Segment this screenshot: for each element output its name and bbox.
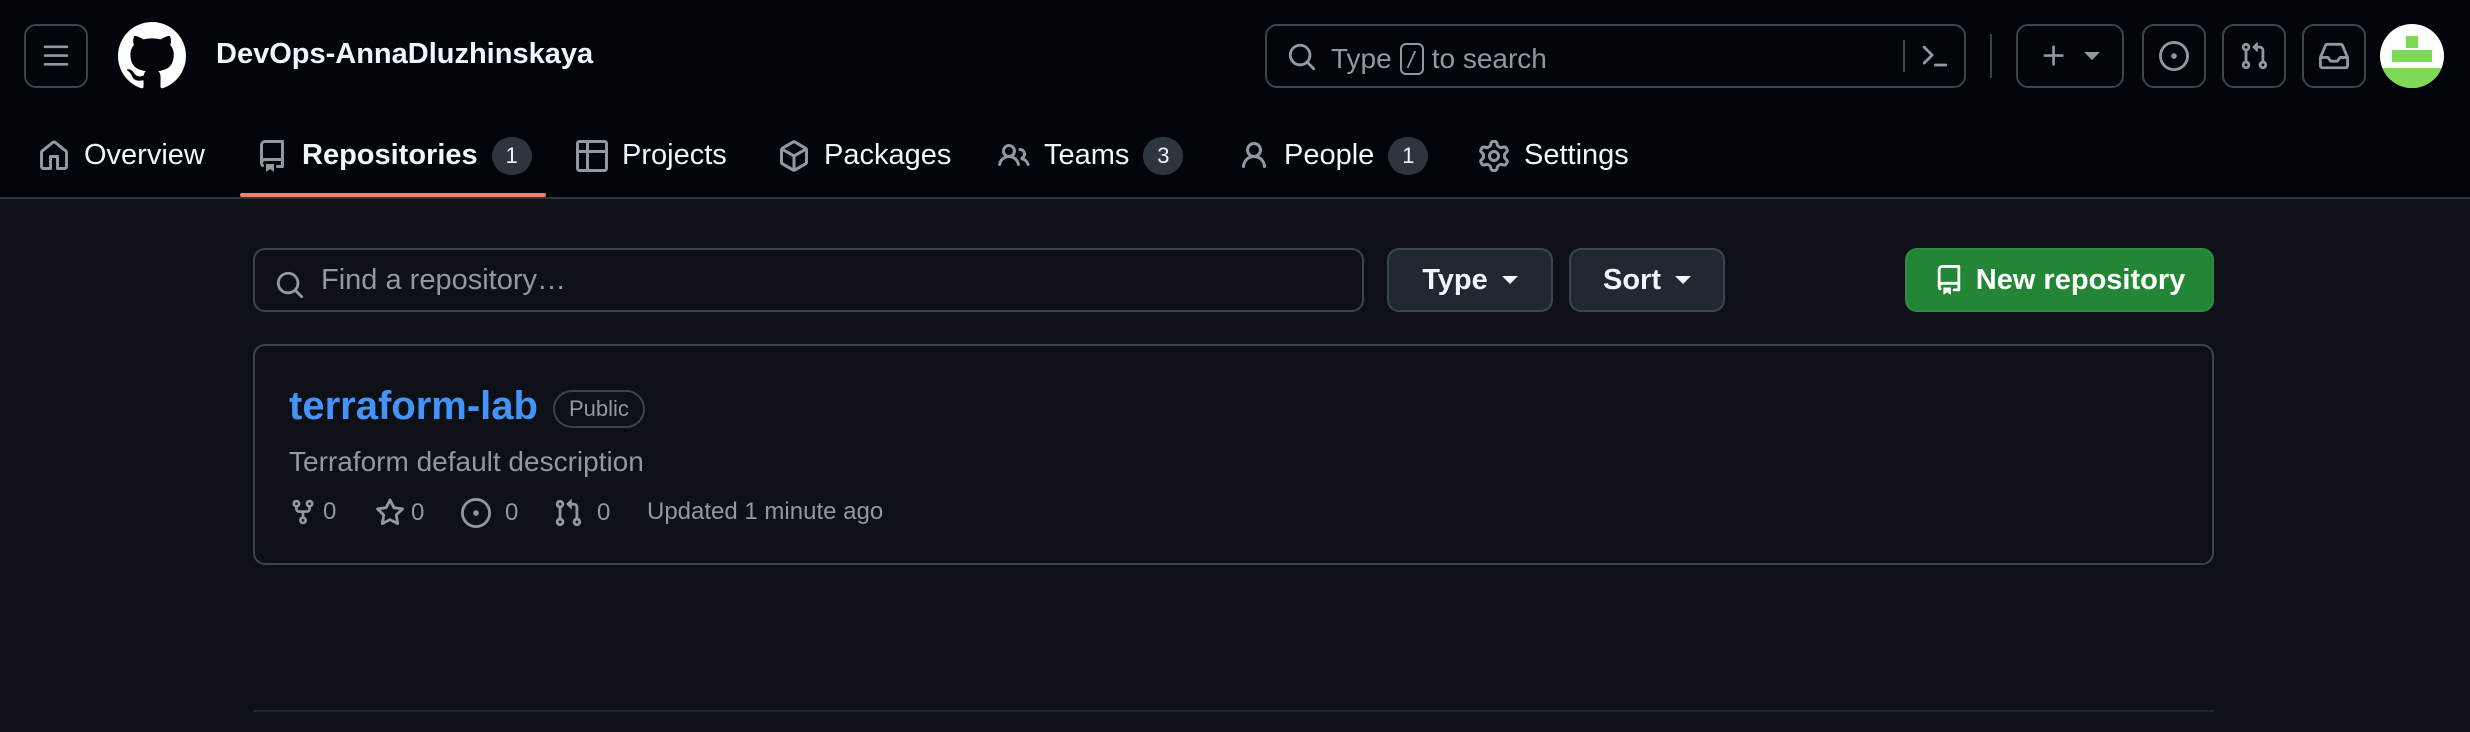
user-avatar[interactable] <box>2380 24 2444 88</box>
search-placeholder: Type / to search <box>1331 43 1547 75</box>
teams-count-badge: 3 <box>1143 136 1184 175</box>
person-icon <box>1242 141 1266 168</box>
gear-icon <box>1479 139 1509 172</box>
issues-count-link[interactable]: 0 <box>461 498 518 528</box>
stars-count-link[interactable]: 0 <box>375 498 424 528</box>
repository-description: Terraform default description <box>289 446 644 477</box>
updated-timestamp: Updated 1 minute ago <box>647 498 884 525</box>
tab-label: Projects <box>622 139 727 171</box>
tab-people[interactable]: People 1 <box>1238 112 1429 199</box>
search-icon <box>276 271 304 299</box>
app-header: DevOps-AnnaDluzhinskaya Type / to search <box>0 0 2470 199</box>
issues-button[interactable] <box>2142 24 2206 88</box>
org-name-link[interactable]: DevOps-AnnaDluzhinskaya <box>216 38 593 71</box>
inbox-icon <box>2319 42 2349 70</box>
git-pull-request-icon <box>555 499 582 527</box>
avatar-pixel <box>2380 68 2444 88</box>
inbox-button[interactable] <box>2302 24 2366 88</box>
repo-icon <box>260 139 284 171</box>
tab-label: Overview <box>84 139 205 171</box>
forks-count: 0 <box>323 498 337 525</box>
tab-label: Repositories <box>302 139 478 171</box>
search-suffix-text: to search <box>1431 43 1547 74</box>
tab-label: People <box>1284 139 1375 171</box>
chevron-down-icon <box>1675 276 1691 284</box>
global-search-input[interactable]: Type / to search <box>1265 24 1966 88</box>
tab-label: Settings <box>1524 139 1629 171</box>
avatar-pixel <box>2392 50 2432 62</box>
repo-forked-icon <box>292 499 314 525</box>
search-prefix-text: Type <box>1331 43 1392 74</box>
command-palette-icon[interactable] <box>1919 42 1949 72</box>
open-menu-button[interactable] <box>24 24 88 88</box>
git-pull-request-icon <box>2241 42 2268 70</box>
type-filter-button[interactable]: Type <box>1387 248 1553 312</box>
table-icon <box>576 139 608 172</box>
visibility-badge: Public <box>553 390 645 428</box>
github-logo-icon[interactable] <box>118 22 186 90</box>
search-icon <box>1288 43 1316 71</box>
pull-requests-count: 0 <box>597 499 611 526</box>
forks-count-link[interactable]: 0 <box>289 498 336 526</box>
people-count-badge: 1 <box>1388 136 1429 175</box>
hamburger-icon <box>43 45 69 66</box>
search-divider <box>1903 40 1905 72</box>
repository-list-item: terraform-lab Public Terraform default d… <box>253 344 2214 565</box>
plus-icon <box>2043 45 2064 66</box>
issues-count: 0 <box>505 499 519 526</box>
home-icon <box>40 140 68 170</box>
star-icon <box>376 498 404 526</box>
type-filter-label: Type <box>1422 263 1488 296</box>
chevron-down-icon <box>1501 276 1518 284</box>
repositories-count-badge: 1 <box>491 136 532 175</box>
tab-projects[interactable]: Projects <box>576 112 727 199</box>
header-separator <box>1990 34 1992 78</box>
tab-teams[interactable]: Teams 3 <box>998 112 1184 199</box>
tab-label: Teams <box>1044 139 1130 171</box>
package-icon <box>780 139 808 172</box>
issue-opened-icon <box>461 498 491 528</box>
sort-label: Sort <box>1603 263 1661 296</box>
top-bar: DevOps-AnnaDluzhinskaya Type / to search <box>0 0 2470 112</box>
tab-overview[interactable]: Overview <box>38 112 205 199</box>
pull-requests-count-link[interactable]: 0 <box>553 498 610 528</box>
issue-opened-icon <box>2159 41 2189 71</box>
new-repository-label: New repository <box>1975 263 2186 296</box>
create-new-button[interactable] <box>2016 24 2124 88</box>
tab-repositories[interactable]: Repositories 1 <box>256 112 532 199</box>
find-repository-input[interactable] <box>321 260 1341 300</box>
repo-icon <box>1937 265 1960 295</box>
find-repository-field[interactable] <box>253 248 1364 312</box>
search-shortcut-key: / <box>1399 43 1424 75</box>
org-nav-tabs: Overview Repositories 1 Projects Package… <box>0 112 2470 199</box>
avatar-pixel <box>2406 36 2418 48</box>
repository-name-link[interactable]: terraform-lab <box>289 384 538 429</box>
new-repository-button[interactable]: New repository <box>1905 248 2214 312</box>
tab-packages[interactable]: Packages <box>778 112 951 199</box>
stars-count: 0 <box>411 499 425 526</box>
tab-label: Packages <box>824 139 952 171</box>
footer-divider <box>253 710 2214 712</box>
sort-button[interactable]: Sort <box>1569 248 1725 312</box>
chevron-down-icon <box>2084 52 2100 60</box>
people-icon <box>998 143 1030 166</box>
tab-settings[interactable]: Settings <box>1478 112 1629 199</box>
active-tab-indicator <box>240 193 546 197</box>
pull-requests-button[interactable] <box>2222 24 2286 88</box>
